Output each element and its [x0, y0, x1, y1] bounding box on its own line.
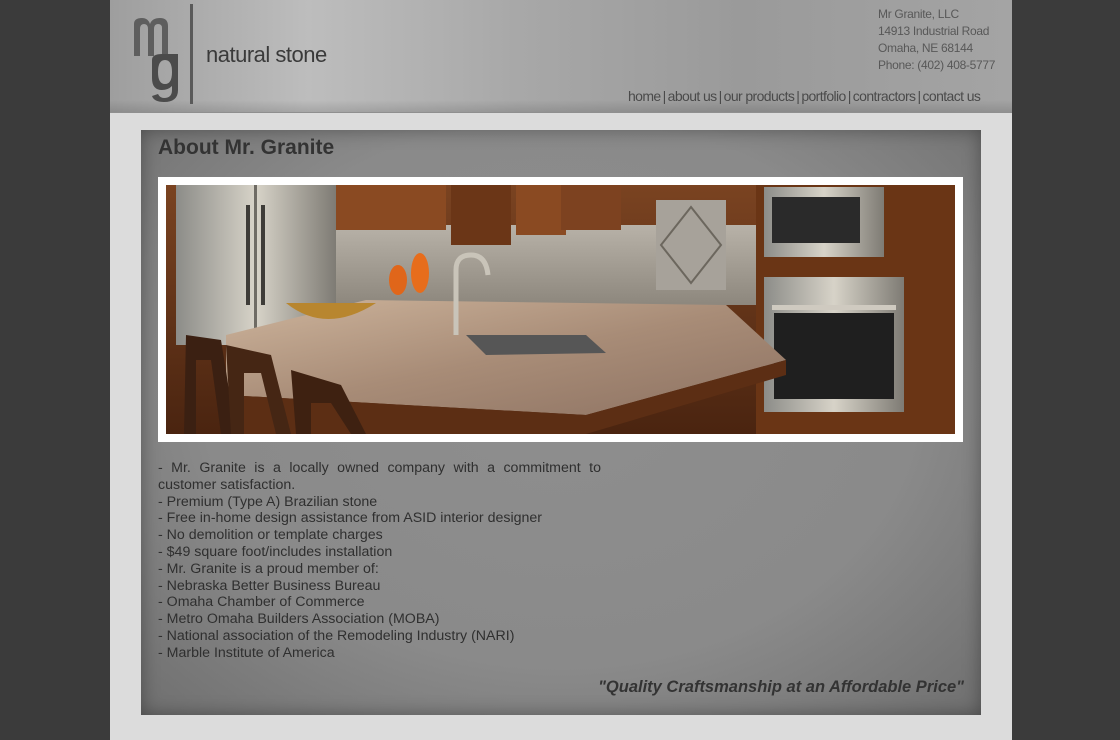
main-nav: home | about us | our products | portfolio | con…: [628, 88, 981, 104]
nav-link-home[interactable]: home: [628, 88, 661, 104]
tagline: "Quality Craftsmanship at an Affordable …: [598, 678, 964, 696]
photo-frame: [158, 177, 963, 442]
site-logo[interactable]: natural stone: [130, 4, 330, 104]
nav-separator: |: [847, 88, 852, 104]
about-line: - Omaha Chamber of Commerce: [158, 594, 365, 611]
about-description: - Mr. Granite is a locally owned company…: [158, 460, 601, 662]
nav-link-our-products[interactable]: our products: [724, 88, 795, 104]
about-line: - Metro Omaha Builders Association (MOBA…: [158, 611, 440, 628]
company-phone: Phone: (402) 408-5777: [878, 58, 996, 72]
mg-logo-mark-icon: [134, 4, 193, 104]
nav-link-contractors[interactable]: contractors: [853, 88, 916, 104]
about-line: - Mr. Granite is a proud member of:: [158, 560, 379, 577]
page-container: natural stone Mr Granite, LLC 14913 Indu…: [110, 0, 1012, 740]
company-street: 14913 Industrial Road: [878, 24, 990, 38]
about-line: - $49 square foot/includes installation: [158, 543, 393, 560]
site-header: natural stone Mr Granite, LLC 14913 Indu…: [110, 0, 1012, 113]
kitchen-photo-illustration-icon: [166, 185, 955, 434]
about-line: - National association of the Remodeling…: [158, 627, 515, 644]
about-line: - Free in-home design assistance from AS…: [158, 510, 543, 527]
nav-link-portfolio[interactable]: portfolio: [801, 88, 846, 104]
about-line: - Marble Institute of America: [158, 644, 335, 661]
company-name: Mr Granite, LLC: [878, 7, 959, 21]
kitchen-photo: [166, 185, 955, 434]
about-content-panel: About Mr. Granite - Mr. Granite is a loc…: [141, 130, 981, 715]
company-city: Omaha, NE 68144: [878, 41, 973, 55]
about-line: - No demolition or template charges: [158, 527, 383, 544]
about-line: - Nebraska Better Business Bureau: [158, 577, 381, 594]
nav-link-about-us[interactable]: about us: [668, 88, 718, 104]
nav-separator: |: [718, 88, 723, 104]
logo-text: natural stone: [206, 42, 327, 67]
company-address-block: Mr Granite, LLC 14913 Industrial Road Om…: [878, 6, 995, 74]
nav-separator: |: [662, 88, 667, 104]
about-line: - Mr. Granite is a locally owned company…: [158, 460, 601, 493]
about-line: - Premium (Type A) Brazilian stone: [158, 493, 378, 510]
nav-link-contact-us[interactable]: contact us: [922, 88, 980, 104]
page-title: About Mr. Granite: [158, 136, 335, 159]
